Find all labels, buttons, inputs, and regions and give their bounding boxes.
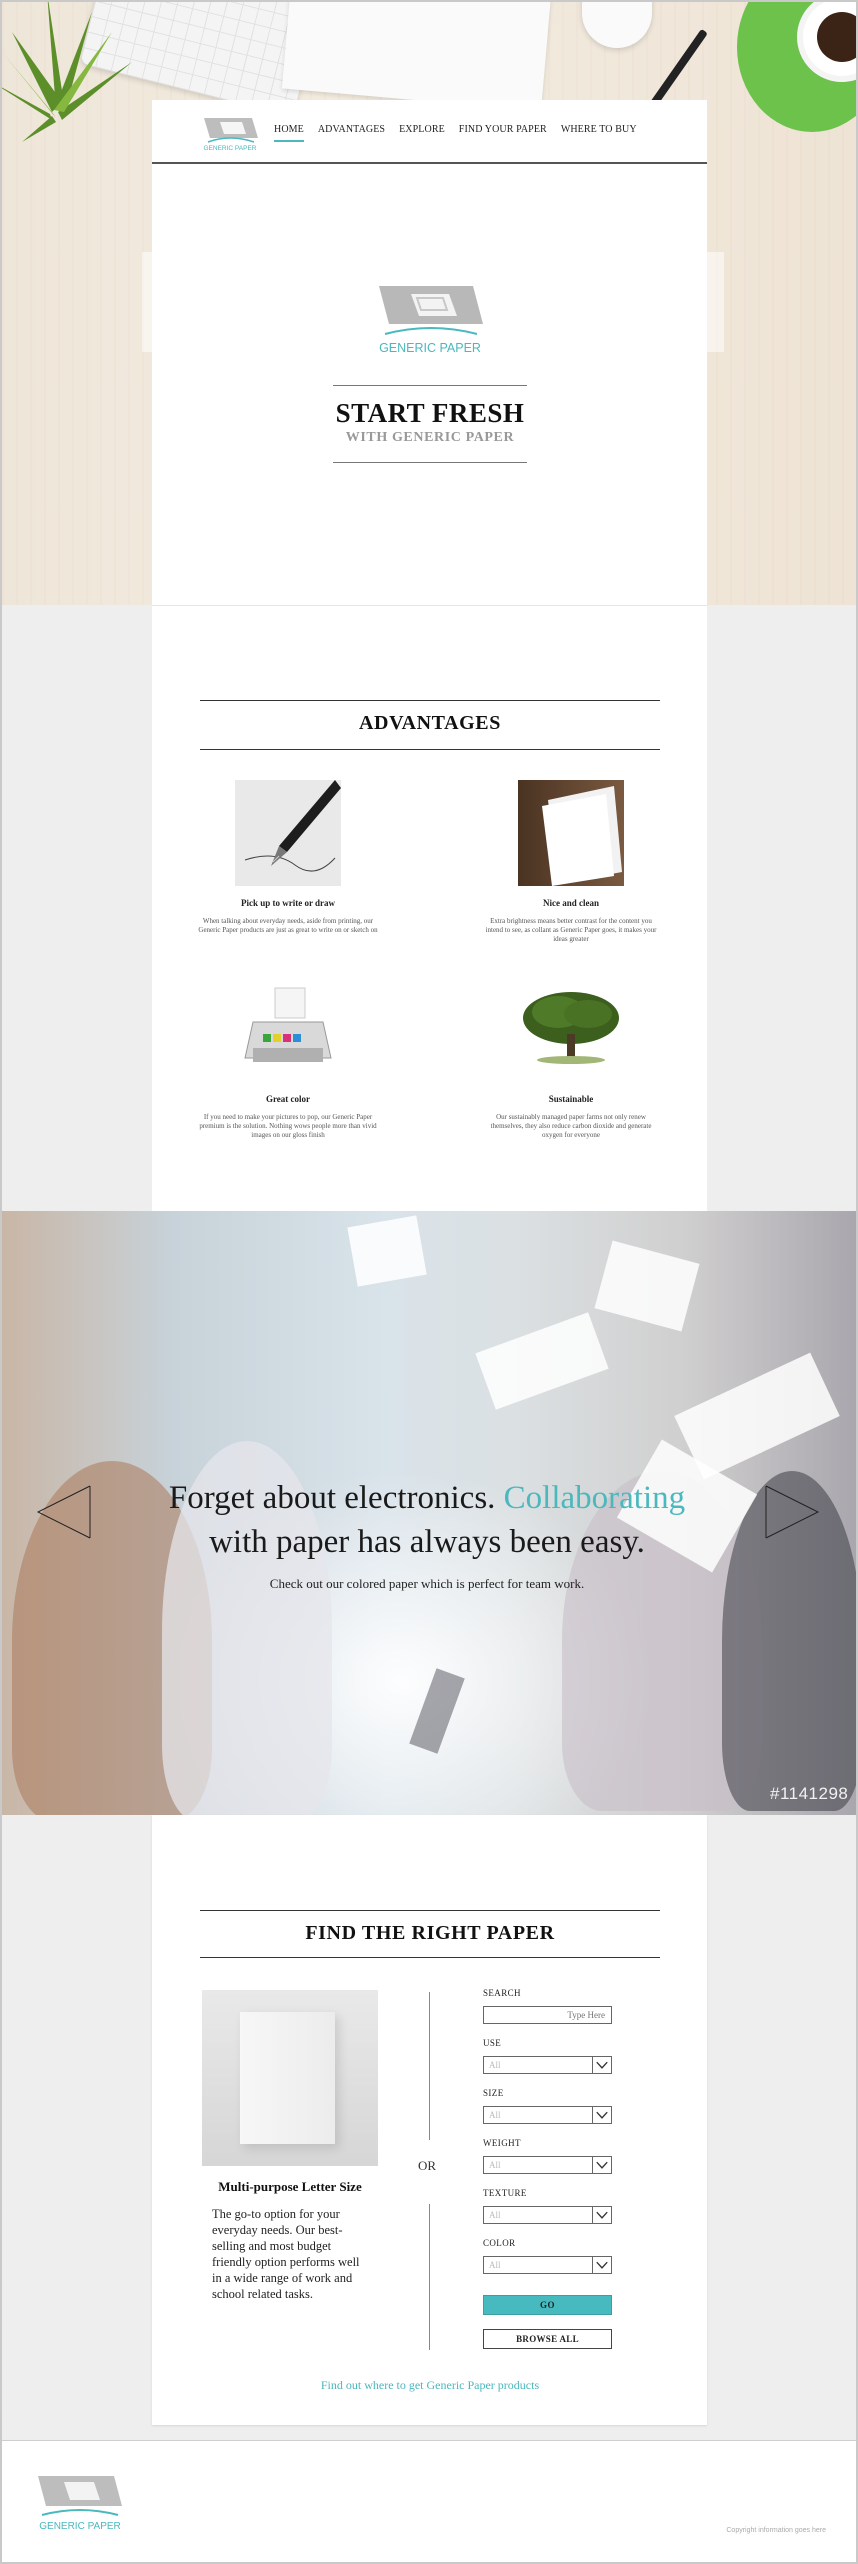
color-label: COLOR [483, 2238, 516, 2248]
nav-advantages[interactable]: ADVANTAGES [318, 124, 385, 135]
hero-brand-logo: GENERIC PAPER [379, 286, 483, 355]
chevron-down-icon [592, 2057, 608, 2073]
fountain-pen-image [235, 780, 341, 886]
chevron-down-icon [592, 2107, 608, 2123]
hero-subtitle: WITH GENERIC PAPER [345, 430, 515, 445]
finder-top-rule [200, 1910, 660, 1911]
browse-all-button[interactable]: BROWSE ALL [483, 2329, 612, 2349]
footer-brand-logo[interactable]: GENERIC PAPER [36, 2472, 124, 2534]
nav-where-to-buy[interactable]: WHERE TO BUY [561, 124, 637, 135]
advantage-title-clean: Nice and clean [543, 898, 599, 908]
chevron-down-icon [592, 2157, 608, 2173]
copyright-text: Copyright information goes here [726, 2527, 826, 2534]
banner-headline-accent: Collaborating [503, 1480, 686, 1516]
use-label: USE [483, 2038, 502, 2048]
banner-headline-line2: with paper has always been easy. [209, 1524, 645, 1560]
svg-text:GENERIC PAPER: GENERIC PAPER [379, 341, 481, 355]
banner-subtext: Check out our colored paper which is per… [269, 1576, 585, 1591]
tree-image [518, 978, 624, 1084]
color-select[interactable]: All [483, 2256, 612, 2274]
texture-select-value: All [489, 2210, 501, 2220]
go-button[interactable]: GO [483, 2295, 612, 2315]
advantage-text-color: If you need to make your pictures to pop… [199, 1113, 377, 1139]
plant-image [2, 2, 132, 142]
chevron-down-icon [592, 2207, 608, 2223]
carousel-next-arrow-icon[interactable] [764, 1484, 820, 1540]
finder-title: FIND THE RIGHT PAPER [305, 1922, 555, 1944]
hero-top-rule [333, 385, 527, 386]
nav-home[interactable]: HOME [274, 124, 304, 142]
chevron-down-icon [592, 2257, 608, 2273]
weight-select-value: All [489, 2160, 501, 2170]
nav-explore[interactable]: EXPLORE [399, 124, 445, 135]
product-name: Multi-purpose Letter Size [218, 2179, 362, 2194]
nav-find-your-paper[interactable]: FIND YOUR PAPER [459, 124, 547, 135]
weight-label: WEIGHT [483, 2138, 521, 2148]
product-description: The go-to option for your everyday needs… [212, 2207, 360, 2301]
paper-sheets-image [518, 780, 624, 886]
or-label: OR [418, 2158, 437, 2173]
search-label: SEARCH [483, 1988, 521, 1998]
advantages-bottom-rule [200, 749, 660, 750]
search-input[interactable] [483, 2006, 612, 2024]
svg-text:GENERIC PAPER: GENERIC PAPER [39, 2521, 121, 2532]
printer-image [235, 978, 341, 1084]
advantages-top-rule [200, 700, 660, 701]
carousel-prev-arrow-icon[interactable] [36, 1484, 92, 1540]
advantage-text-sustainable: Our sustainably managed paper farms not … [490, 1113, 652, 1139]
texture-select[interactable]: All [483, 2206, 612, 2224]
size-select[interactable]: All [483, 2106, 612, 2124]
hero-bottom-rule [333, 462, 527, 463]
hero-title: START FRESH [335, 398, 525, 428]
advantage-title-sustainable: Sustainable [548, 1094, 594, 1104]
or-divider-top [429, 1992, 430, 2140]
brand-logo[interactable]: GENERIC PAPER [202, 112, 258, 152]
top-navbar: GENERIC PAPER HOME ADVANTAGES EXPLORE FI… [152, 100, 707, 164]
use-select[interactable]: All [483, 2056, 612, 2074]
texture-label: TEXTURE [483, 2188, 527, 2198]
nav-menu: HOME ADVANTAGES EXPLORE FIND YOUR PAPER … [274, 124, 637, 142]
where-to-buy-link[interactable]: Find out where to get Generic Paper prod… [200, 2378, 660, 2393]
color-select-value: All [489, 2260, 501, 2270]
svg-text:GENERIC PAPER: GENERIC PAPER [204, 145, 257, 152]
image-id-watermark: #1141298 [770, 1784, 849, 1803]
footer [2, 2440, 856, 2562]
advantage-text-write: When talking about everyday needs, aside… [198, 917, 378, 934]
size-label: SIZE [483, 2088, 504, 2098]
advantage-text-clean: Extra brightness means better contrast f… [485, 917, 657, 943]
size-select-value: All [489, 2110, 501, 2120]
advantage-title-write: Pick up to write or draw [240, 898, 336, 908]
weight-select[interactable]: All [483, 2156, 612, 2174]
advantage-title-color: Great color [265, 1094, 311, 1104]
or-divider-bottom [429, 2204, 430, 2350]
paper-ream-image [240, 2012, 335, 2144]
banner-headline-line1: Forget about electronics. Collaborating [100, 1476, 754, 1520]
use-select-value: All [489, 2060, 501, 2070]
banner-headline-plain: Forget about electronics. [168, 1480, 504, 1516]
advantages-title: ADVANTAGES [359, 712, 501, 734]
finder-bottom-rule [200, 1957, 660, 1958]
